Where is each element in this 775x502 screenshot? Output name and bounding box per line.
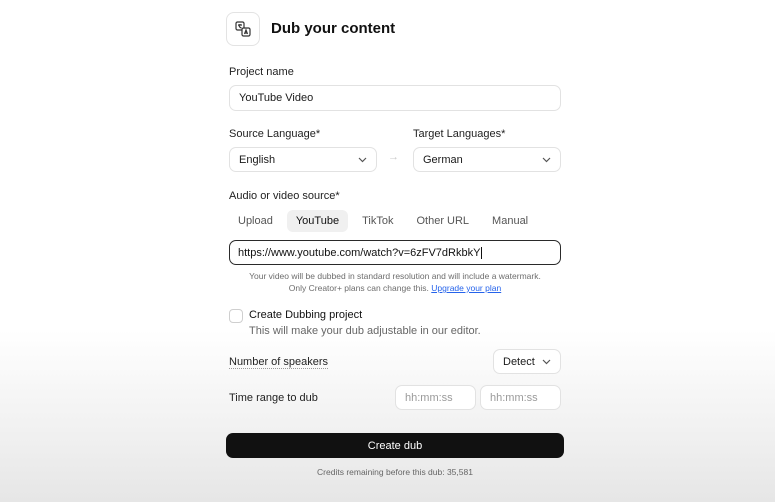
project-name-label: Project name: [229, 66, 294, 78]
tab-youtube[interactable]: YouTube: [286, 210, 349, 232]
dubbing-project-checkbox[interactable]: [229, 309, 243, 323]
target-languages-value: German: [423, 153, 463, 166]
time-range-start-placeholder: hh:mm:ss: [405, 391, 453, 404]
arrow-right-icon: →: [388, 151, 399, 163]
url-input[interactable]: https://www.youtube.com/watch?v=6zFV7dRk…: [229, 240, 561, 265]
watermark-notice: Your video will be dubbed in standard re…: [229, 270, 561, 294]
speakers-label: Number of speakers: [229, 356, 329, 368]
notice-line-2: Only Creator+ plans can change this.: [288, 283, 429, 293]
source-label: Audio or video source*: [229, 190, 340, 202]
time-range-end-placeholder: hh:mm:ss: [490, 391, 538, 404]
create-dub-button[interactable]: Create dub: [226, 433, 564, 458]
page-title: Dub your content: [271, 20, 396, 37]
source-language-label: Source Language*: [229, 128, 321, 140]
time-range-start-input[interactable]: hh:mm:ss: [395, 385, 476, 410]
credits-remaining: Credits remaining before this dub: 35,58…: [317, 467, 473, 477]
chevron-down-icon: [542, 359, 551, 365]
chevron-down-icon: [358, 157, 367, 163]
source-language-select[interactable]: English: [229, 147, 377, 172]
source-tabs: Upload YouTube TikTok Other URL Manual: [229, 210, 542, 232]
tab-tiktok[interactable]: TikTok: [353, 210, 402, 232]
text-caret: [481, 246, 483, 259]
dubbing-project-subtitle: This will make your dub adjustable in ou…: [249, 325, 481, 337]
speakers-select[interactable]: Detect: [493, 349, 561, 374]
speakers-value: Detect: [503, 355, 535, 368]
url-value: https://www.youtube.com/watch?v=6zFV7dRk…: [238, 246, 481, 259]
source-language-value: English: [239, 153, 276, 166]
time-range-end-input[interactable]: hh:mm:ss: [480, 385, 561, 410]
tab-other-url[interactable]: Other URL: [407, 210, 478, 232]
translate-icon: [226, 12, 260, 46]
time-range-label: Time range to dub: [229, 392, 318, 404]
project-name-value: YouTube Video: [239, 92, 314, 104]
target-languages-label: Target Languages*: [413, 128, 506, 140]
project-name-input[interactable]: YouTube Video: [229, 85, 561, 111]
upgrade-plan-link[interactable]: Upgrade your plan: [431, 283, 501, 293]
dub-form: Dub your content Project name YouTube Vi…: [0, 0, 775, 502]
notice-line-1: Your video will be dubbed in standard re…: [249, 271, 541, 281]
tab-upload[interactable]: Upload: [229, 210, 282, 232]
dubbing-project-title: Create Dubbing project: [249, 309, 363, 321]
target-languages-select[interactable]: German: [413, 147, 561, 172]
tab-manual[interactable]: Manual: [483, 210, 537, 232]
chevron-down-icon: [542, 157, 551, 163]
